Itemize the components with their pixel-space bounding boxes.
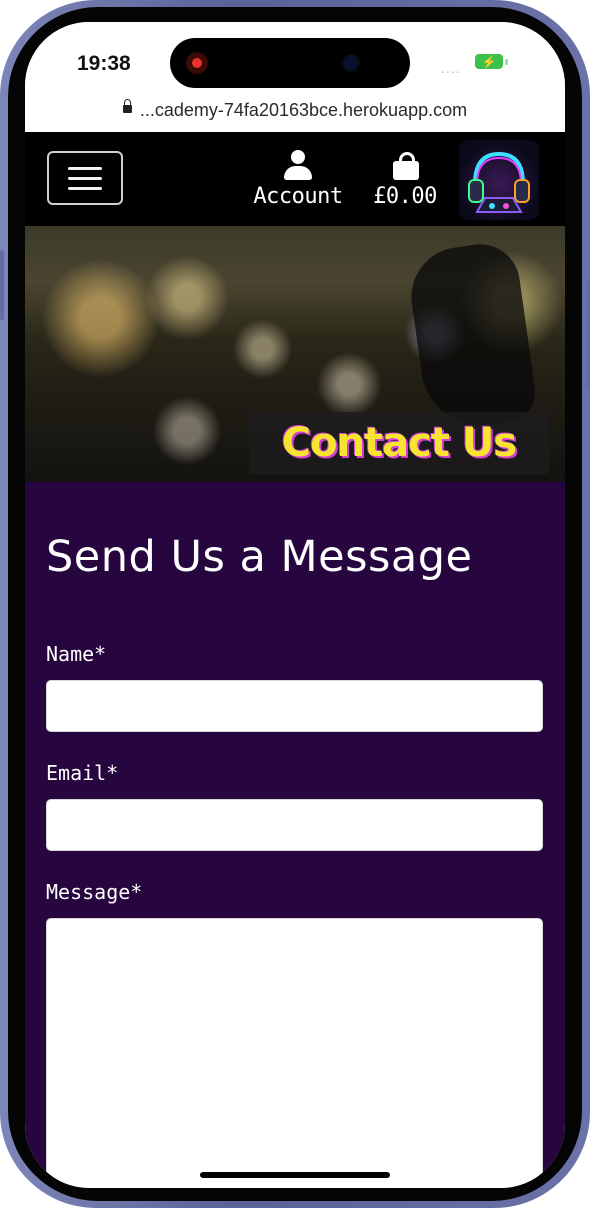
lock-icon [122,99,132,114]
power-button [586,280,590,390]
hero-title: Contact Us [281,420,517,466]
screen-recording-icon [186,52,208,74]
page-title: Send Us a Message [46,532,473,582]
hero-banner: Contact Us [25,226,565,482]
hamburger-menu-button[interactable] [47,151,123,205]
front-camera [344,56,358,70]
home-indicator[interactable] [200,1172,390,1178]
user-icon [283,150,313,182]
hero-title-box: Contact Us [249,412,549,474]
dj-headphones-logo[interactable] [459,140,539,220]
address-bar[interactable]: ...cademy-74fa20163bce.herokuapp.com [25,99,565,121]
account-label: Account [253,184,343,209]
cart-link[interactable]: £0.00 [365,150,445,209]
message-label: Message* [46,880,143,904]
hero-image-hand [405,239,539,433]
site-header: Account £0.00 [25,132,565,226]
url-text: ...cademy-74fa20163bce.herokuapp.com [139,100,468,120]
status-bar: 19:38 .... ⚡ [25,22,565,110]
signal-icon: .... [441,60,461,76]
account-link[interactable]: Account [245,150,351,209]
email-field[interactable] [46,799,543,851]
email-label: Email* [46,761,119,785]
name-label: Name* [46,642,107,666]
name-field[interactable] [46,680,543,732]
shopping-bag-icon [390,150,420,182]
cart-total: £0.00 [373,184,437,209]
dynamic-island [170,38,410,88]
phone-screen: 19:38 .... ⚡ ...cademy-74fa20163bce.hero… [25,22,565,1188]
status-time: 19:38 [77,52,131,75]
charging-battery-icon: ⚡ [475,54,503,69]
contact-form-section: Send Us a Message Name* Email* Message* [25,482,565,1188]
battery-tip [505,59,508,65]
volume-up-button [0,250,4,320]
message-field[interactable] [46,918,543,1188]
